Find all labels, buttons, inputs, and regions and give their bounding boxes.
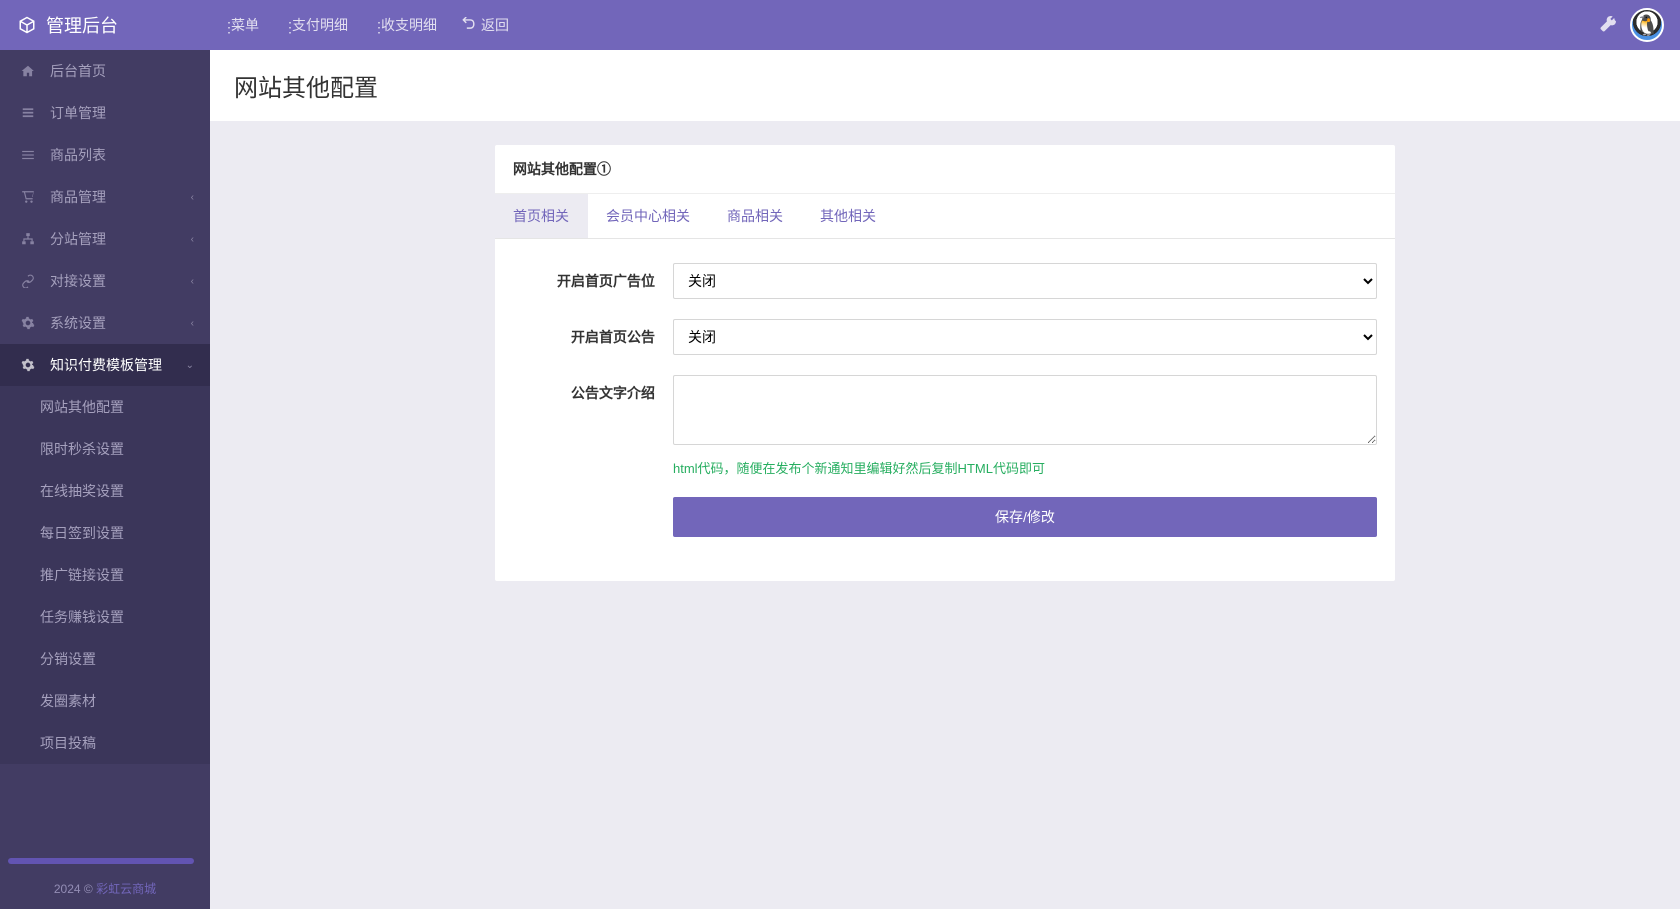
label-home-notice: 开启首页公告 [513,319,673,347]
page-title: 网站其他配置 [234,68,1656,103]
sidebar-sub-task-earn[interactable]: 任务赚钱设置 [0,596,210,638]
sidebar-item-knowledge-template[interactable]: 知识付费模板管理 ⌄ [0,344,210,386]
brand[interactable]: 管理后台 [0,12,210,38]
sidebar-sub-promo-link[interactable]: 推广链接设置 [0,554,210,596]
sitemap-icon [18,232,38,246]
sidebar-sub-checkin[interactable]: 每日签到设置 [0,512,210,554]
chevron-down-icon: ⌄ [186,360,194,371]
sidebar-sub-submission[interactable]: 项目投稿 [0,722,210,764]
chevron-left-icon: ‹ [191,234,194,245]
help-text-notice: html代码，随便在发布个新通知里编辑好然后复制HTML代码即可 [673,458,1377,477]
avatar[interactable]: 🐧 [1630,8,1664,42]
page-header: 网站其他配置 [210,50,1680,121]
home-icon [18,64,38,78]
tab-home[interactable]: 首页相关 [495,194,588,238]
return-arrow-icon [461,17,475,34]
header-menu: 菜单 支付明细 收支明细 返回 [210,15,1600,35]
select-home-ad[interactable]: 关闭 [673,263,1377,299]
sidebar-item-system[interactable]: 系统设置 ‹ [0,302,210,344]
vdots-icon [372,19,375,31]
cube-icon [18,16,36,34]
tab-member[interactable]: 会员中心相关 [588,194,709,238]
panel: 网站其他配置① 首页相关 会员中心相关 商品相关 其他相关 开启首页广告位 关闭 [495,145,1395,581]
label-notice-text: 公告文字介绍 [513,375,673,403]
gear-icon [18,316,38,330]
bars-icon [18,148,38,162]
sidebar: 后台首页 订单管理 商品列表 商品管理 ‹ 分站管理 ‹ [0,50,210,909]
panel-header: 网站其他配置① [495,145,1395,194]
tabs: 首页相关 会员中心相关 商品相关 其他相关 [495,194,1395,239]
sidebar-item-orders[interactable]: 订单管理 [0,92,210,134]
gear-icon [18,358,38,372]
save-button[interactable]: 保存/修改 [673,497,1377,537]
panel-body: 开启首页广告位 关闭 开启首页公告 关闭 [495,239,1395,581]
sidebar-sub-lottery[interactable]: 在线抽奖设置 [0,470,210,512]
main: 网站其他配置 网站其他配置① 首页相关 会员中心相关 商品相关 其他相关 开启首… [210,50,1680,909]
link-icon [18,274,38,288]
vdots-icon [222,19,225,31]
header: 管理后台 菜单 支付明细 收支明细 返回 🐧 [0,0,1680,50]
header-menu-item-payment[interactable]: 支付明细 [271,15,360,35]
chevron-left-icon: ‹ [191,318,194,329]
list-icon [18,106,38,120]
sidebar-submenu: 网站其他配置 限时秒杀设置 在线抽奖设置 每日签到设置 推广链接设置 任务赚钱设… [0,386,210,764]
sidebar-item-substation[interactable]: 分站管理 ‹ [0,218,210,260]
header-right: 🐧 [1600,8,1680,42]
header-menu-item-return[interactable]: 返回 [449,15,521,35]
sidebar-item-dashboard[interactable]: 后台首页 [0,50,210,92]
chevron-left-icon: ‹ [191,192,194,203]
tab-other[interactable]: 其他相关 [802,194,895,238]
footer-link[interactable]: 彩虹云商城 [96,882,156,896]
sidebar-item-products-manage[interactable]: 商品管理 ‹ [0,176,210,218]
label-home-ad: 开启首页广告位 [513,263,673,291]
sidebar-sub-flash-sale[interactable]: 限时秒杀设置 [0,428,210,470]
cart-icon [18,190,38,204]
sidebar-item-products-list[interactable]: 商品列表 [0,134,210,176]
header-menu-item-menu[interactable]: 菜单 [210,15,271,35]
chevron-left-icon: ‹ [191,276,194,287]
sidebar-footer: 2024 © 彩虹云商城 [0,868,210,909]
select-home-notice[interactable]: 关闭 [673,319,1377,355]
sidebar-sub-distribution[interactable]: 分销设置 [0,638,210,680]
sidebar-sub-moments[interactable]: 发圈素材 [0,680,210,722]
wrench-icon[interactable] [1600,16,1616,35]
vdots-icon [283,19,286,31]
brand-text: 管理后台 [46,12,118,38]
sidebar-sub-site-config[interactable]: 网站其他配置 [0,386,210,428]
tab-product[interactable]: 商品相关 [709,194,802,238]
textarea-notice-text[interactable] [673,375,1377,445]
sidebar-scrollbar[interactable] [8,858,194,864]
header-menu-item-balance[interactable]: 收支明细 [360,15,449,35]
sidebar-item-docking[interactable]: 对接设置 ‹ [0,260,210,302]
